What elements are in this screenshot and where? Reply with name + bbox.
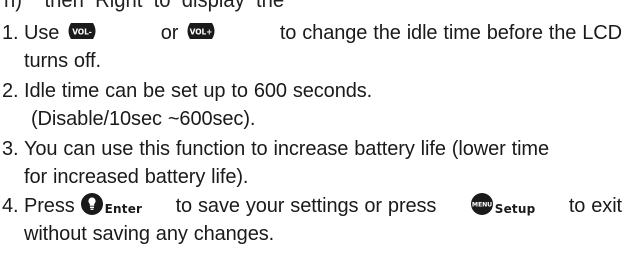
step-text: Idle time can be set up to 600 seconds. — [24, 80, 373, 102]
vol-plus-glyph: VOL+ — [190, 28, 213, 37]
step-text: to change the idle time before the LCD — [279, 22, 622, 44]
step-line: Use VOL- or VOL+ to change the idle time… — [24, 19, 622, 47]
vol-plus-icon: VOL+ — [187, 23, 215, 39]
cropped-previous-line: n) then Right to display the — [4, 0, 284, 11]
menu-glyph: MENU — [472, 202, 492, 209]
step-line: Press Enter to save your settings or pre… — [24, 192, 622, 220]
step-text: turns off. — [24, 50, 101, 72]
step-body: You can use this function to increase ba… — [24, 135, 622, 191]
step-text: to save your settings or press — [175, 195, 437, 217]
setup-key-label: Setup — [494, 202, 536, 216]
step-body: Idle time can be set up to 600 seconds. … — [24, 77, 622, 133]
step-segment: Use VOL- — [24, 19, 99, 47]
step-number: 4. — [2, 195, 19, 217]
menu-button-icon: MENU — [470, 193, 493, 215]
step-number: 2. — [2, 80, 19, 102]
step-segment: or VOL+ — [161, 19, 219, 47]
step-segment: Press Enter — [24, 192, 142, 220]
step-number: 3. — [2, 138, 19, 160]
step-text: for increased battery life). — [24, 166, 249, 188]
step-body: Press Enter to save your settings or pre… — [24, 192, 622, 248]
step-body: Use VOL- or VOL+ to change the idle time… — [24, 19, 622, 75]
vol-minus-glyph: VOL- — [73, 28, 93, 37]
enter-button-icon — [80, 193, 103, 215]
step-text: Use — [24, 22, 60, 44]
step-text: to exit — [568, 195, 622, 217]
step-text: or — [160, 22, 179, 44]
step-text: Press — [24, 195, 75, 217]
step-segment: MENU Setup — [470, 192, 536, 220]
step-text: (Disable/10sec ~600sec). — [31, 108, 256, 130]
step-text: You can use this function to increase ba… — [24, 138, 550, 160]
vol-minus-icon: VOL- — [68, 23, 96, 39]
enter-key-label: Enter — [104, 202, 143, 216]
cropped-text: n) then Right to display the — [4, 0, 284, 12]
step-text: without saving any changes. — [24, 223, 275, 245]
step-number: 1. — [2, 22, 19, 44]
